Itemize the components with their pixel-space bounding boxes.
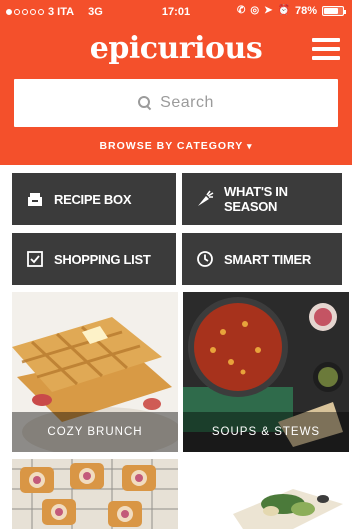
shopping-list-button[interactable]: SHOPPING LIST: [12, 233, 176, 285]
recipe-box-button[interactable]: RECIPE BOX: [12, 173, 176, 225]
checkbox-icon: [26, 250, 44, 268]
caret-down-icon: ▾: [247, 141, 253, 151]
category-tile-soups-stews[interactable]: SOUPS & STEWS: [183, 292, 349, 452]
category-label: SOUPS & STEWS: [183, 412, 349, 452]
hamburger-menu-button[interactable]: [312, 38, 340, 60]
search-icon: [138, 96, 152, 110]
rotation-lock-icon: ◎: [250, 5, 260, 16]
browse-label: BROWSE BY CATEGORY: [99, 140, 244, 152]
cinnamon-rolls-image: [12, 459, 178, 529]
recipe-box-icon: [26, 190, 44, 208]
location-icon: ➤: [264, 5, 273, 16]
category-tile-cozy-brunch[interactable]: COZY BRUNCH: [12, 292, 178, 452]
battery-percent: 78%: [294, 5, 317, 17]
clock-icon: [196, 250, 214, 268]
carrot-icon: [196, 190, 214, 208]
status-bar: 3 ITA 3G 17:01 ✆ ◎ ➤ ⏰ 78%: [0, 0, 352, 24]
app-logo: epicurious: [89, 31, 263, 66]
call-icon: ✆: [237, 5, 246, 16]
salad-image: [183, 459, 349, 529]
search-bar[interactable]: Search: [14, 79, 338, 127]
category-tile-salads[interactable]: [183, 459, 349, 529]
smart-timer-label: SMART TIMER: [224, 251, 311, 267]
shopping-list-label: SHOPPING LIST: [54, 251, 151, 267]
app-header: 3 ITA 3G 17:01 ✆ ◎ ➤ ⏰ 78% epicurious Se…: [0, 0, 352, 165]
whats-in-season-label: WHAT'S IN SEASON: [224, 184, 288, 214]
whats-in-season-button[interactable]: WHAT'S IN SEASON: [182, 173, 342, 225]
status-right: ✆ ◎ ➤ ⏰ 78%: [237, 5, 346, 17]
battery-icon: [322, 6, 346, 16]
smart-timer-button[interactable]: SMART TIMER: [182, 233, 342, 285]
alarm-icon: ⏰: [277, 5, 290, 16]
recipe-box-label: RECIPE BOX: [54, 191, 132, 207]
hamburger-icon: [312, 38, 340, 42]
category-tile-pastries[interactable]: [12, 459, 178, 529]
category-label: COZY BRUNCH: [12, 412, 178, 452]
search-placeholder: Search: [160, 94, 214, 111]
browse-by-category-button[interactable]: BROWSE BY CATEGORY ▾: [0, 140, 352, 152]
